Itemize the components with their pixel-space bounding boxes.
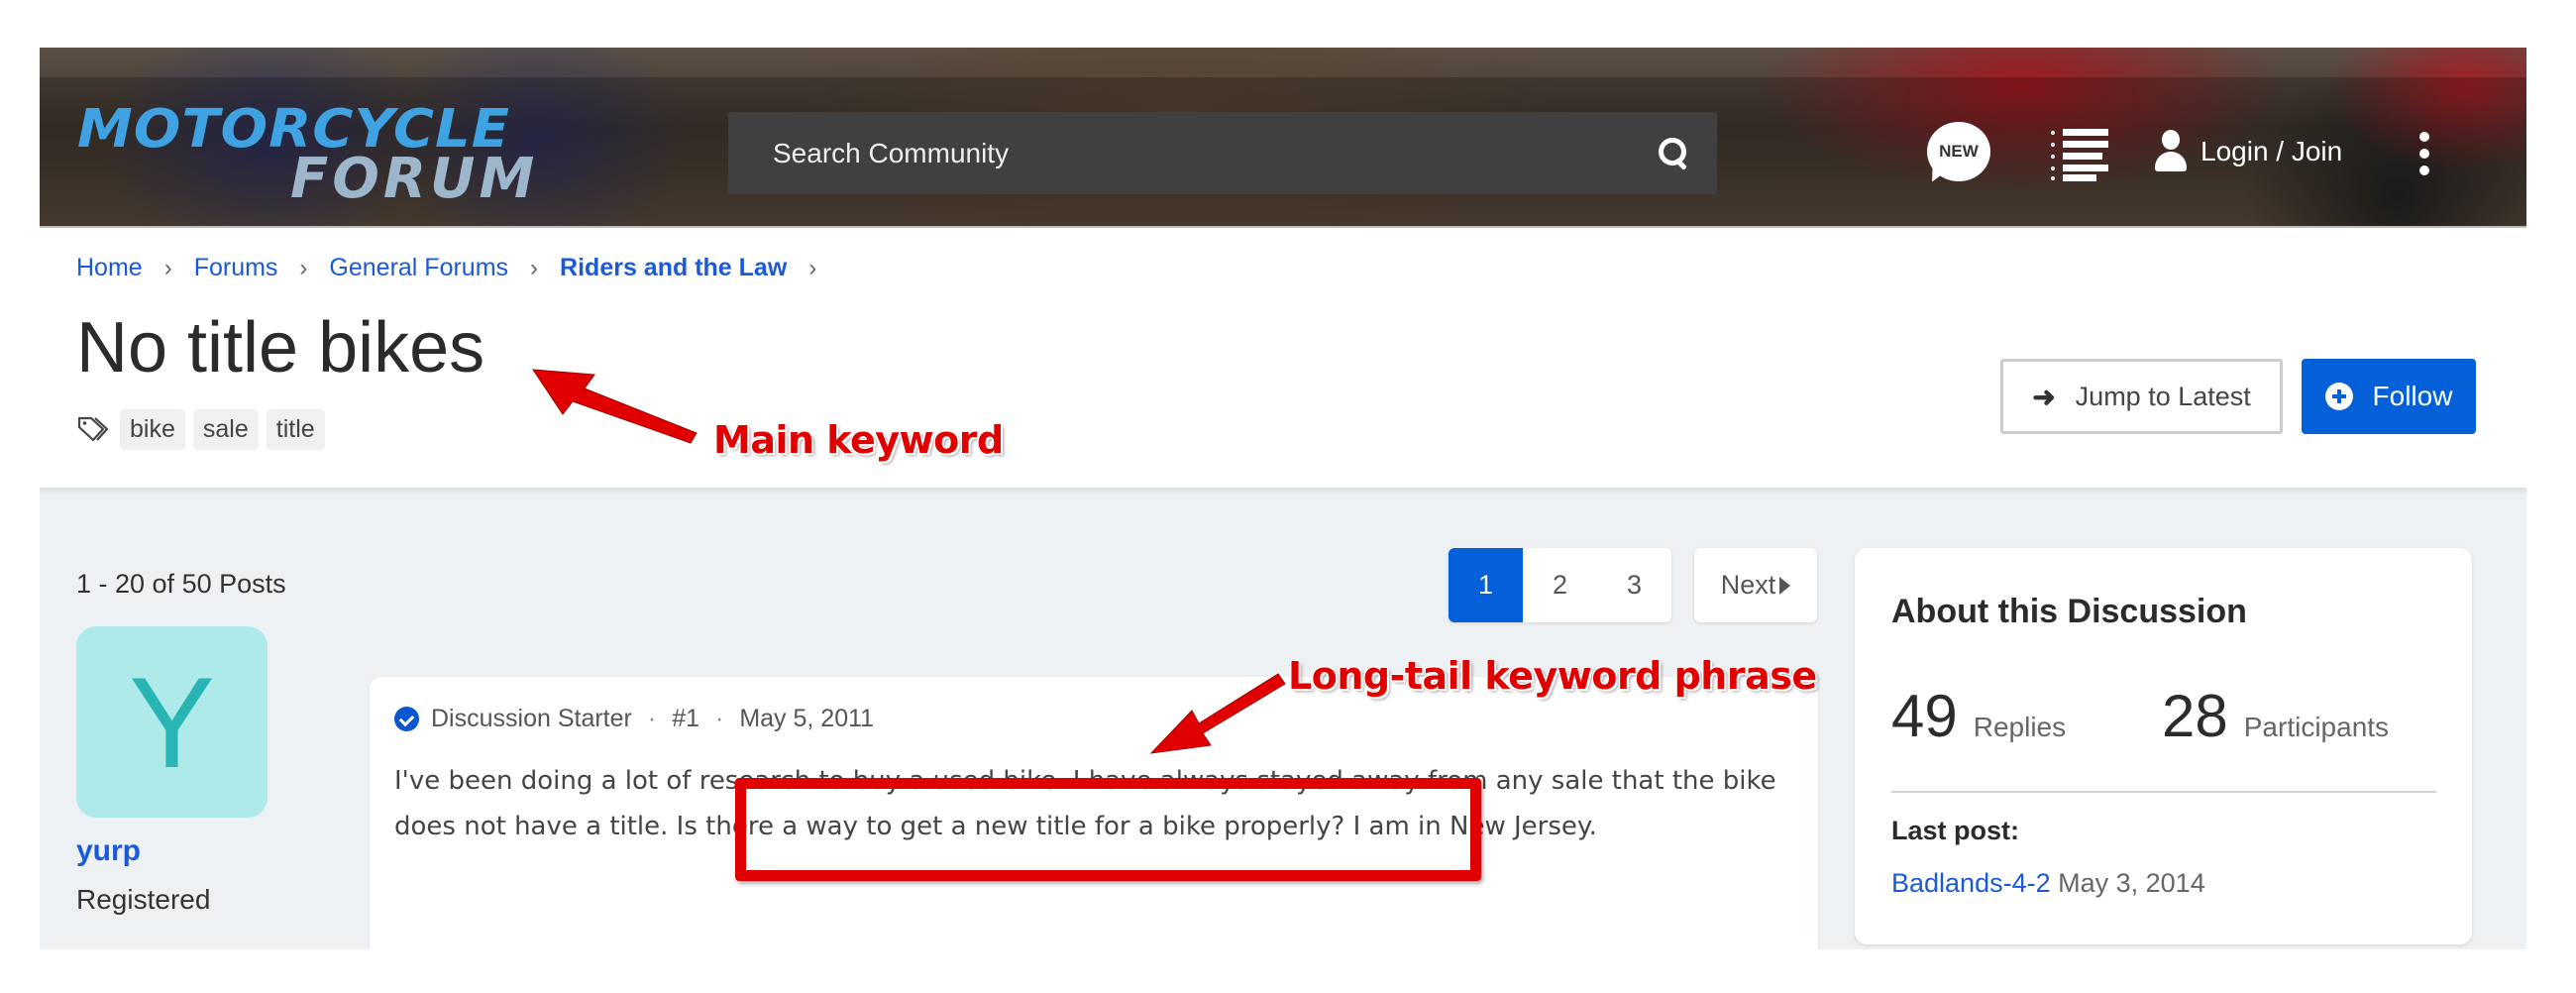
search-bar[interactable]: Search Community <box>728 112 1717 194</box>
tag-title[interactable]: title <box>266 409 325 450</box>
post-meta: Discussion Starter · #1 · May 5, 2011 <box>394 705 874 733</box>
about-discussion-card: About this Discussion 49 Replies 28 Part… <box>1855 548 2472 944</box>
main-keyword-annotation: Main keyword <box>713 418 1004 462</box>
follow-button[interactable]: Follow <box>2302 359 2476 434</box>
chevron-right-icon: › <box>808 254 817 281</box>
posts-count: 1 - 20 of 50 Posts <box>76 569 286 599</box>
chevron-right-icon: › <box>530 254 539 281</box>
participants-label: Participants <box>2243 712 2390 742</box>
discussion-starter-badge: Discussion Starter <box>431 705 632 732</box>
search-input[interactable]: Search Community <box>773 138 1653 169</box>
page-2-button[interactable]: 2 <box>1523 548 1597 622</box>
list-icon[interactable] <box>2051 129 2110 181</box>
caret-right-icon <box>1779 576 1791 595</box>
jump-to-latest-button[interactable]: ➜ Jump to Latest <box>2000 359 2283 434</box>
post-author[interactable]: yurp <box>76 834 141 868</box>
chevron-right-icon: › <box>163 254 172 281</box>
thread-tags: bike sale title <box>76 409 333 450</box>
post-author-role: Registered <box>76 884 211 915</box>
replies-count: 49 <box>1891 683 1958 749</box>
follow-label: Follow <box>2372 381 2453 411</box>
thread-title: No title bikes <box>76 308 485 387</box>
separator: · <box>647 705 657 732</box>
breadcrumb-forums[interactable]: Forums <box>194 254 278 282</box>
post-number[interactable]: #1 <box>672 705 699 733</box>
site-logo[interactable]: Motorcycle Forum <box>77 97 543 211</box>
participants-count: 28 <box>2162 683 2228 749</box>
login-join-button[interactable]: Login / Join <box>2153 127 2342 176</box>
arrow-right-icon: ➜ <box>2032 381 2056 412</box>
jump-label: Jump to Latest <box>2075 381 2251 411</box>
last-post-date: May 3, 2014 <box>2058 868 2205 898</box>
breadcrumb: Home › Forums › General Forums › Riders … <box>76 254 838 282</box>
last-post-user-link[interactable]: Badlands-4-2 <box>1891 868 2051 898</box>
long-tail-highlight-box <box>735 778 1481 881</box>
replies-stat: 49 Replies <box>1891 682 2066 750</box>
site-header: Motorcycle Forum Search Community NEW Lo… <box>40 48 2526 228</box>
login-label: Login / Join <box>2200 136 2343 166</box>
next-page-button[interactable]: Next <box>1694 548 1817 622</box>
search-icon[interactable] <box>1653 134 1692 173</box>
replies-label: Replies <box>1973 712 2067 742</box>
avatar[interactable]: Y <box>76 626 268 818</box>
breadcrumb-riders-and-the-law[interactable]: Riders and the Law <box>560 254 787 282</box>
tag-bike[interactable]: bike <box>120 409 185 450</box>
header-divider <box>40 226 2526 228</box>
plus-circle-icon <box>2324 383 2353 410</box>
about-heading: About this Discussion <box>1891 593 2247 630</box>
breadcrumb-general-forums[interactable]: General Forums <box>329 254 508 282</box>
tag-icon <box>77 416 109 441</box>
pagination: 1 2 3 Next <box>1449 548 1817 622</box>
page-list: 1 2 3 <box>1449 548 1671 622</box>
post-date: May 5, 2011 <box>739 705 875 732</box>
page-3-button[interactable]: 3 <box>1597 548 1671 622</box>
last-post-label: Last post: <box>1891 816 2020 845</box>
logo-line-2: Forum <box>290 147 539 211</box>
new-badge: NEW <box>1927 122 1990 181</box>
page-1-button[interactable]: 1 <box>1449 548 1523 622</box>
user-icon <box>2153 130 2189 173</box>
separator: · <box>715 705 724 732</box>
last-post-info: Badlands-4-2 May 3, 2014 <box>1891 868 2205 899</box>
check-circle-icon <box>394 707 419 731</box>
section-shadow <box>40 488 2526 496</box>
next-label: Next <box>1720 570 1776 600</box>
tag-sale[interactable]: sale <box>192 409 259 450</box>
about-divider <box>1891 791 2436 793</box>
breadcrumb-home[interactable]: Home <box>76 254 143 282</box>
chevron-right-icon: › <box>299 254 308 281</box>
participants-stat: 28 Participants <box>2162 682 2389 750</box>
long-tail-annotation: Long-tail keyword phrase <box>1288 654 1817 698</box>
new-posts-icon[interactable]: NEW <box>1926 122 1992 186</box>
more-menu-icon[interactable] <box>2417 132 2431 175</box>
